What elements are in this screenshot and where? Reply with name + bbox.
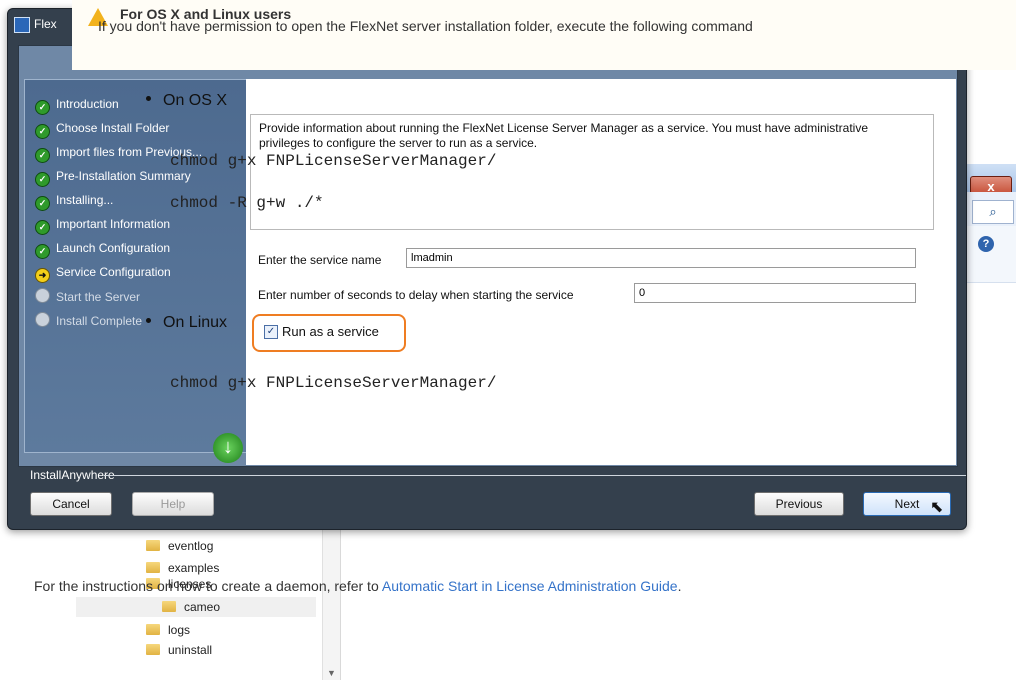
cancel-button[interactable]: Cancel: [30, 492, 112, 516]
folder-icon: [162, 601, 176, 613]
osx-command-2: chmod -R g+w ./*: [170, 194, 324, 212]
checkmark-icon: ✓: [35, 196, 50, 211]
step-introduction: ✓ Introduction: [35, 96, 119, 115]
osx-command-1: chmod g+x FNPLicenseServerManager/: [170, 152, 497, 170]
service-info-text: Provide information about running the Fl…: [259, 121, 868, 150]
delay-seconds-input[interactable]: [634, 283, 916, 303]
scroll-down-icon[interactable]: ▼: [327, 668, 336, 678]
osx-heading: On OS X: [146, 92, 227, 110]
automatic-start-link[interactable]: Automatic Start in License Administratio…: [382, 578, 678, 594]
bullet-icon: [146, 318, 151, 323]
linux-command-1: chmod g+x FNPLicenseServerManager/: [170, 374, 497, 392]
bullet-icon: [146, 96, 151, 101]
folder-icon: [146, 644, 160, 656]
note-body: If you don't have permission to open the…: [98, 18, 753, 34]
checkmark-icon: ✓: [35, 100, 50, 115]
mouse-cursor-icon: ⬉: [930, 499, 944, 516]
pending-circle-icon: [35, 288, 50, 303]
delay-label: Enter number of seconds to delay when st…: [258, 288, 574, 302]
tree-item-cameo[interactable]: cameo: [76, 597, 316, 617]
step-start-the-server: Start the Server: [35, 288, 140, 305]
step-pre-installation-summary: ✓ Pre-Installation Summary: [35, 168, 191, 187]
step-choose-install-folder: ✓ Choose Install Folder: [35, 120, 169, 139]
arrow-right-icon: ➜: [35, 268, 50, 283]
folder-icon: [146, 540, 160, 552]
installanywhere-label: InstallAnywhere: [30, 468, 115, 482]
checkmark-icon: ✓: [35, 244, 50, 259]
daemon-instructions: For the instructions on how to create a …: [34, 578, 682, 594]
footer-divider: [104, 475, 966, 476]
pending-circle-icon: [35, 312, 50, 327]
tree-item-eventlog[interactable]: eventlog: [146, 536, 213, 556]
run-as-service-checkbox[interactable]: ✓: [264, 325, 278, 339]
step-service-configuration: ➜ Service Configuration: [35, 264, 171, 283]
folder-icon: [146, 624, 160, 636]
help-button[interactable]: Help: [132, 492, 214, 516]
previous-button[interactable]: Previous: [754, 492, 844, 516]
tree-item-uninstall[interactable]: uninstall: [146, 640, 212, 660]
step-installing: ✓ Installing...: [35, 192, 113, 211]
installer-window: Flex ✓ Introduction ✓ Choose Install Folde…: [7, 8, 967, 530]
folder-icon: [146, 562, 160, 574]
service-info-box: Provide information about running the Fl…: [250, 114, 934, 230]
app-icon: [14, 17, 30, 33]
checkmark-icon: ✓: [35, 220, 50, 235]
checkmark-icon: ✓: [35, 148, 50, 163]
linux-heading: On Linux: [146, 314, 227, 332]
installer-title: Flex: [34, 17, 57, 31]
run-as-service-highlight: ✓ Run as a service: [252, 314, 406, 352]
step-install-complete: Install Complete: [35, 312, 142, 329]
install-steps-panel: ✓ Introduction ✓ Choose Install Folder ✓ Im…: [24, 79, 248, 453]
service-name-label: Enter the service name: [258, 253, 382, 267]
step-important-information: ✓ Important Information: [35, 216, 170, 235]
checkmark-icon: ✓: [35, 172, 50, 187]
checkmark-icon: ✓: [35, 124, 50, 139]
install-download-icon: ↓: [213, 433, 243, 463]
step-launch-configuration: ✓ Launch Configuration: [35, 240, 170, 259]
help-icon[interactable]: ?: [978, 236, 994, 252]
service-name-input[interactable]: [406, 248, 916, 268]
search-icon[interactable]: ⌕: [972, 200, 1014, 224]
run-as-service-label: Run as a service: [282, 324, 379, 339]
tree-item-logs[interactable]: logs: [146, 620, 190, 640]
